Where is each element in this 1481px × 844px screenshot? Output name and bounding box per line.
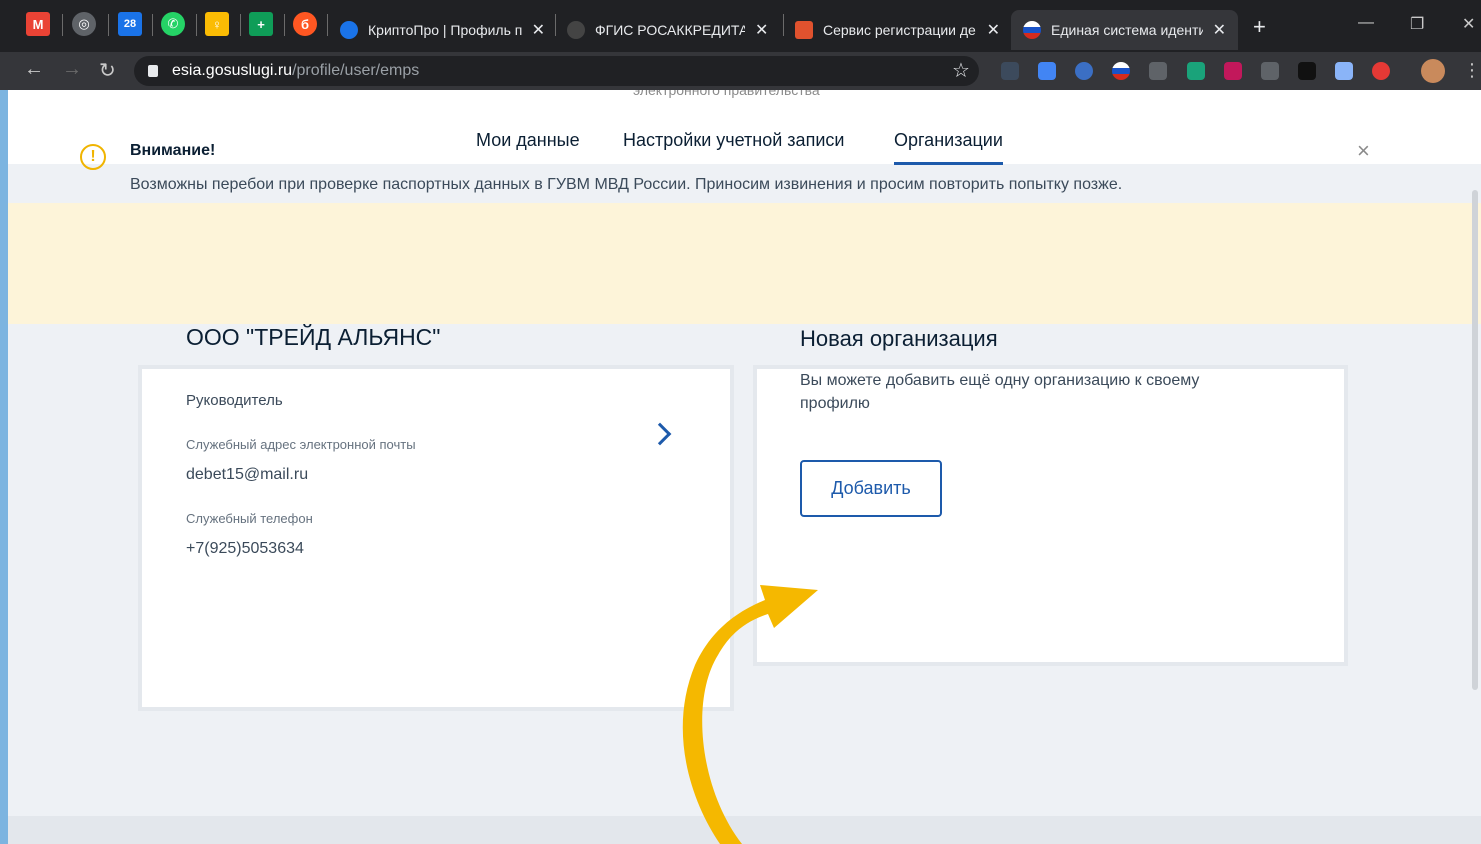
organization-card[interactable] [138,365,734,711]
alert-banner [8,203,1481,324]
profile-avatar[interactable] [1421,59,1445,83]
globe-icon[interactable]: ◎ [72,12,96,36]
browser-menu-icon[interactable]: ⋮ [1463,60,1481,81]
phone-label: Служебный телефон [186,511,313,526]
tab-esia-active[interactable]: Единая система иденти ✕ [1011,10,1238,50]
new-organization-title: Новая организация [800,326,998,351]
close-tab-icon[interactable]: ✕ [755,20,768,40]
close-tab-icon[interactable]: ✕ [987,20,1000,40]
tab-separator [327,14,328,36]
cube-extension-icon[interactable] [1298,62,1316,80]
tab-separator [108,14,109,36]
gmail-icon[interactable]: M [26,12,50,36]
url-path: /profile/user/emps [292,62,420,79]
nav-organizations[interactable]: Организации [894,130,1003,165]
window-extension-icon[interactable] [1335,62,1353,80]
tab-cryptopro[interactable]: КриптоПро | Профиль п ✕ [340,10,545,50]
warning-icon: ! [80,144,106,170]
tab-separator [152,14,153,36]
tab-separator [284,14,285,36]
address-bar[interactable]: esia.gosuslugi.ru/profile/user/emps [134,56,979,86]
vpn-extension-icon[interactable] [1075,62,1093,80]
back-icon[interactable]: ← [24,58,44,81]
tab-separator [555,14,556,36]
email-label: Служебный адрес электронной почты [186,437,416,452]
tab-separator [62,14,63,36]
alert-title: Внимание! [130,142,216,159]
alert-close-icon[interactable]: × [1357,138,1370,164]
close-window-icon[interactable]: ✕ [1462,14,1475,34]
tab-separator [196,14,197,36]
fgis-favicon-icon [567,21,585,39]
browser-toolbar: ← → ↻ esia.gosuslugi.ru/profile/user/emp… [0,52,1481,90]
registration-favicon-icon [795,21,813,39]
extension-dots-icon[interactable] [1001,62,1019,80]
tab-separator [240,14,241,36]
nav-account-settings[interactable]: Настройки учетной записи [623,130,844,151]
pocket-extension-icon[interactable] [1224,62,1242,80]
s-extension-icon[interactable] [1187,62,1205,80]
site-header: электронного правительства Мои данные На… [8,90,1481,165]
cryptopro-favicon-icon [340,21,358,39]
restore-icon[interactable]: ❐ [1410,14,1424,34]
email-value: debet15@mail.ru [186,466,309,483]
header-cutoff-text: электронного правительства [633,90,820,98]
close-tab-icon[interactable]: ✕ [1213,20,1226,40]
page-footer [8,816,1481,844]
close-tab-icon[interactable]: ✕ [532,20,545,40]
url-host: esia.gosuslugi.ru [172,62,293,79]
keep-icon[interactable]: ♀ [205,12,229,36]
scrollbar[interactable] [1472,190,1478,690]
alert-message: Возможны перебои при проверке паспортных… [130,176,1123,193]
bookmark-star-icon[interactable]: ☆ [952,58,970,83]
record-extension-icon[interactable] [1372,62,1390,80]
organization-role: Руководитель [186,392,283,409]
sheets-icon[interactable]: + [249,12,273,36]
e-extension-icon[interactable] [1149,62,1167,80]
phone-value: +7(925)5053634 [186,540,304,557]
reload-icon[interactable]: ↻ [99,58,116,83]
translate-extension-icon[interactable] [1038,62,1056,80]
add-organization-button[interactable]: Добавить [800,460,942,517]
calendar-icon[interactable]: 28 [118,12,142,36]
russia-flag-icon [1023,21,1041,39]
tab-registration-service[interactable]: Сервис регистрации де ✕ [795,10,1000,50]
bulb-extension-icon[interactable] [1261,62,1279,80]
forward-icon[interactable]: → [62,58,82,81]
new-organization-description: Вы можете добавить ещё одну организацию … [800,372,1200,412]
nav-my-data[interactable]: Мои данные [476,130,580,151]
new-tab-button[interactable]: + [1253,14,1266,40]
tab-title: ФГИС РОСАККРЕДИТАЦ [595,22,745,38]
browser-tab-strip: M ◎ 28 ✆ ♀ + б КриптоПро | Профиль п ✕ Ф… [0,0,1481,52]
lock-icon [148,65,158,77]
whatsapp-icon[interactable]: ✆ [161,12,185,36]
tab-title: Сервис регистрации де [823,22,976,38]
beta-icon[interactable]: б [293,12,317,36]
minimize-icon[interactable]: — [1358,14,1374,32]
tab-title: Единая система иденти [1051,22,1203,38]
tab-title: КриптоПро | Профиль п [368,22,522,38]
russia-extension-icon[interactable] [1112,62,1130,80]
tab-fgis[interactable]: ФГИС РОСАККРЕДИТАЦ ✕ [567,10,772,50]
tab-separator [783,14,784,36]
organization-name: ООО "ТРЕЙД АЛЬЯНС" [186,324,441,350]
